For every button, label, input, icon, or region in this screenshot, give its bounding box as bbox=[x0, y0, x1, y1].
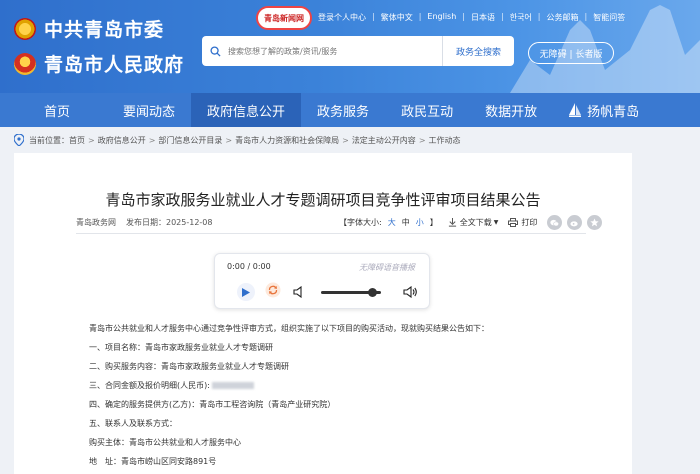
article-tools: 【字体大小: 大 中 小 】 全文下载 ▼ 打印 bbox=[339, 215, 603, 230]
breadcrumb-hr-bureau[interactable]: 青岛市人力资源和社会保障局 bbox=[235, 135, 339, 146]
location-pin-icon bbox=[14, 134, 24, 146]
article-paragraph-amount: 三、合同金额及报价明细(人民币): bbox=[89, 380, 489, 399]
article-meta: 青岛政务网 发布日期：2025-12-08 bbox=[76, 217, 213, 228]
speaker-icon bbox=[293, 285, 302, 298]
breadcrumb-statutory[interactable]: 法定主动公开内容 bbox=[352, 135, 416, 146]
share-group bbox=[547, 215, 603, 230]
article-card: 青岛市家政服务业就业人才专题调研项目竞争性评审项目结果公告 青岛政务网 发布日期… bbox=[14, 153, 632, 474]
article-title: 青岛市家政服务业就业人才专题调研项目竞争性评审项目结果公告 bbox=[105, 191, 541, 209]
article-paragraph: 二、购买服务内容：青岛市家政服务业就业人才专题调研 bbox=[89, 362, 289, 371]
breadcrumb-prefix: 当前位置： bbox=[29, 135, 69, 145]
article-paragraph: 一、项目名称：青岛市家政服务业就业人才专题调研 bbox=[89, 343, 273, 352]
audio-time: 0:00 / 0:00 bbox=[227, 262, 271, 271]
volume-up-button[interactable] bbox=[403, 283, 418, 302]
audio-player: 0:00 / 0:00 无障碍语音播报 bbox=[214, 253, 430, 309]
search-button[interactable]: 政务全搜索 bbox=[442, 36, 514, 66]
breadcrumb-work-news[interactable]: 工作动态 bbox=[429, 135, 461, 146]
nav-news[interactable]: 要闻动态 bbox=[107, 93, 191, 127]
redacted-amount bbox=[211, 382, 254, 389]
font-size-mid[interactable]: 中 bbox=[402, 217, 410, 228]
font-size-close: 】 bbox=[429, 218, 438, 227]
article-paragraph: 五、联系人及联系方式： bbox=[89, 419, 177, 428]
article-paragraph: 地 址：青岛市崂山区同安路891号 bbox=[89, 457, 217, 466]
brand-party-committee[interactable]: 中共青岛市委 bbox=[14, 15, 164, 42]
brand-city-government[interactable]: 青岛市人民政府 bbox=[14, 50, 184, 77]
breadcrumb: 当前位置： 首页 > 政府信息公开 > 部门信息公开目录 > 青岛市人力资源和社会保障… bbox=[14, 134, 461, 146]
article-date: 发布日期：2025-12-08 bbox=[126, 218, 213, 227]
top-link-japanese[interactable]: 日本语 bbox=[471, 12, 495, 23]
play-icon bbox=[242, 287, 250, 297]
nav-home[interactable]: 首页 bbox=[0, 93, 107, 127]
volume-slider-knob[interactable] bbox=[367, 287, 377, 297]
main-nav: 首页 要闻动态 政府信息公开 政务服务 政民互动 数据开放 扬帆青岛 bbox=[0, 93, 700, 127]
national-emblem-icon bbox=[14, 52, 36, 75]
mute-button[interactable] bbox=[293, 283, 305, 302]
loop-icon bbox=[265, 282, 281, 298]
download-button[interactable]: 全文下载 ▼ bbox=[448, 217, 499, 228]
audio-controls bbox=[237, 282, 418, 302]
font-size-big[interactable]: 大 bbox=[388, 217, 396, 228]
breadcrumb-dept-catalog[interactable]: 部门信息公开目录 bbox=[158, 135, 222, 146]
search-bar: 政务全搜索 bbox=[202, 36, 514, 66]
title-divider bbox=[76, 233, 586, 234]
volume-up-icon bbox=[403, 285, 417, 298]
play-button[interactable] bbox=[237, 283, 255, 301]
top-link-traditional[interactable]: 繁体中文 bbox=[381, 12, 413, 23]
party-emblem-icon bbox=[14, 17, 36, 40]
article-paragraph: 购买主体：青岛市公共就业和人才服务中心 bbox=[89, 438, 241, 447]
breadcrumb-gov-info[interactable]: 政府信息公开 bbox=[98, 135, 146, 146]
print-button[interactable]: 打印 bbox=[508, 217, 537, 228]
favorite-star-icon[interactable] bbox=[587, 215, 603, 230]
article-paragraph: 四、确定的服务提供方(乙方)：青岛市工程咨询院（青岛产业研究院） bbox=[89, 400, 336, 409]
volume-slider[interactable] bbox=[321, 287, 381, 297]
weibo-share-icon[interactable] bbox=[567, 215, 583, 230]
article-body: 青岛市公共就业和人才服务中心通过竞争性评审方式，组织实施了以下项目的购买活动，现… bbox=[89, 323, 489, 474]
top-link-login[interactable]: 登录个人中心 bbox=[318, 12, 366, 23]
article-source: 青岛政务网 bbox=[76, 218, 116, 227]
search-icon bbox=[202, 45, 228, 57]
brand-party-label: 中共青岛市委 bbox=[44, 19, 165, 41]
font-size-small[interactable]: 小 bbox=[416, 217, 424, 228]
loop-button[interactable] bbox=[265, 282, 281, 302]
printer-icon bbox=[508, 218, 519, 227]
wechat-share-icon[interactable] bbox=[547, 215, 563, 230]
top-link-mail[interactable]: 公务邮箱 bbox=[547, 12, 579, 23]
top-link-english[interactable]: English bbox=[427, 12, 456, 23]
breadcrumb-home[interactable]: 首页 bbox=[69, 135, 85, 146]
accessibility-button[interactable]: 无障碍 | 长者版 bbox=[528, 42, 614, 64]
top-link-qa[interactable]: 智能问答 bbox=[593, 12, 625, 23]
font-size-label: 【字体大小: bbox=[339, 218, 382, 227]
download-icon bbox=[448, 218, 456, 227]
sail-icon bbox=[569, 103, 582, 117]
nav-gov-service[interactable]: 政务服务 bbox=[301, 93, 385, 127]
brand-gov-label: 青岛市人民政府 bbox=[44, 54, 185, 76]
dropdown-caret-icon: ▼ bbox=[493, 219, 499, 226]
article-paragraph: 青岛市公共就业和人才服务中心通过竞争性评审方式，组织实施了以下项目的购买活动，现… bbox=[89, 324, 489, 333]
nav-open-data[interactable]: 数据开放 bbox=[469, 93, 553, 127]
nav-interaction[interactable]: 政民互动 bbox=[385, 93, 469, 127]
audio-hint: 无障碍语音播报 bbox=[359, 263, 415, 272]
site-header: 中共青岛市委 青岛市人民政府 青岛新闻网 登录个人中心 | 繁体中文 | Engli… bbox=[0, 0, 700, 93]
top-links-bar: 登录个人中心 | 繁体中文 | English | 日本语 | 한국어 | 公务邮箱 | 智… bbox=[318, 12, 626, 23]
nav-gov-info[interactable]: 政府信息公开 bbox=[191, 93, 302, 127]
qingdao-news-logo[interactable]: 青岛新闻网 bbox=[256, 6, 312, 30]
top-link-korean[interactable]: 한국어 bbox=[510, 12, 532, 23]
search-input[interactable] bbox=[228, 46, 442, 56]
nav-qingdao[interactable]: 扬帆青岛 bbox=[553, 93, 655, 127]
